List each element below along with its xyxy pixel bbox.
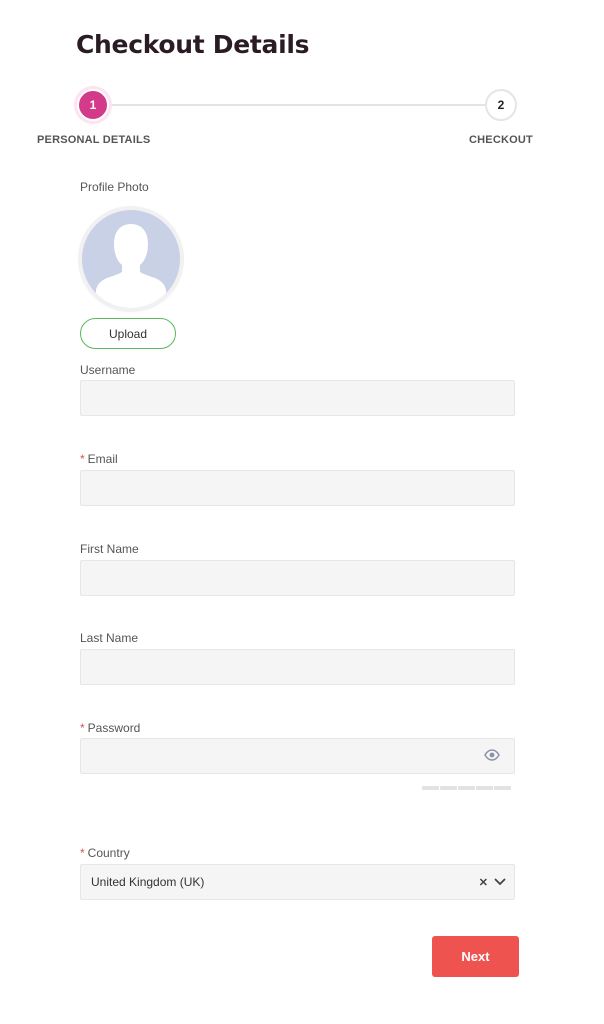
first-name-input[interactable] [80, 560, 515, 596]
eye-icon[interactable] [484, 749, 500, 764]
password-strength-segment [422, 786, 439, 790]
step-1-label: PERSONAL DETAILS [37, 134, 151, 146]
step-1-indicator[interactable]: 1 [77, 89, 109, 121]
upload-photo-button[interactable]: Upload [80, 318, 176, 349]
password-strength-segment [494, 786, 511, 790]
email-label: * Email [80, 452, 118, 466]
password-strength-segment [476, 786, 493, 790]
country-label: * Country [80, 846, 130, 860]
step-2-label: CHECKOUT [469, 134, 533, 146]
next-button[interactable]: Next [432, 936, 519, 977]
last-name-input[interactable] [80, 649, 515, 685]
page-title: Checkout Details [76, 30, 310, 59]
step-2-indicator[interactable]: 2 [485, 89, 517, 121]
country-selected-value: United Kingdom (UK) [91, 875, 205, 889]
username-input[interactable] [80, 380, 515, 416]
password-strength-segment [458, 786, 475, 790]
close-icon[interactable]: ✕ [479, 876, 488, 889]
password-input[interactable] [80, 738, 515, 774]
required-marker: * [80, 721, 85, 735]
country-select[interactable]: United Kingdom (UK) ✕ [80, 864, 515, 900]
profile-photo-label: Profile Photo [80, 180, 149, 194]
username-label: Username [80, 363, 136, 377]
person-silhouette-icon [96, 224, 166, 308]
avatar [82, 210, 180, 308]
first-name-label: First Name [80, 542, 139, 556]
stepper-progress-line [93, 104, 501, 106]
last-name-label: Last Name [80, 631, 139, 645]
password-strength-segment [440, 786, 457, 790]
email-input[interactable] [80, 470, 515, 506]
chevron-down-icon[interactable] [494, 878, 506, 886]
required-marker: * [80, 452, 85, 466]
password-label: * Password [80, 721, 141, 735]
required-marker: * [80, 846, 85, 860]
